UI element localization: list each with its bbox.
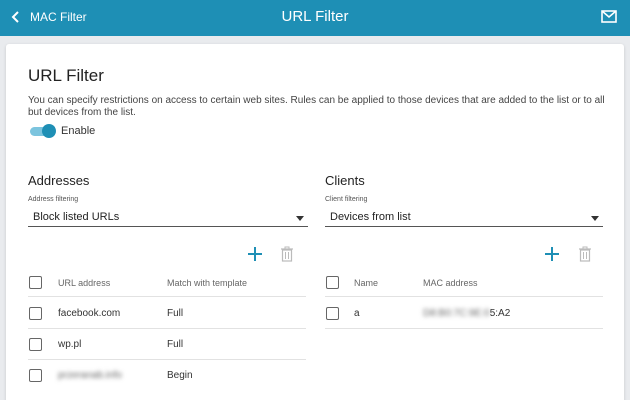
divider [325,328,603,329]
address-row-url[interactable]: facebook.com [58,308,120,319]
caret-down-icon [591,216,599,221]
client-row-name[interactable]: a [354,308,360,319]
mail-icon[interactable] [601,10,617,23]
select-all-addresses-checkbox[interactable] [29,276,42,289]
plus-icon [545,247,559,261]
page-title: URL Filter [28,66,104,85]
header-title: URL Filter [281,8,349,25]
url-address-header: URL address [58,278,111,288]
divider [28,296,306,297]
add-client-button[interactable] [544,246,560,262]
clients-heading: Clients [325,173,365,188]
address-row-url[interactable]: wp.pl [58,339,81,350]
address-filtering-value: Block listed URLs [33,211,120,223]
divider [28,328,306,329]
addresses-heading: Addresses [28,173,90,188]
trash-icon [579,246,591,262]
address-filtering-select[interactable]: Block listed URLs [28,207,308,227]
address-row-match: Full [167,308,184,319]
page-description: You can specify restrictions on access t… [28,95,605,118]
delete-client-button[interactable] [577,246,593,262]
client-filtering-label: Client filtering [325,196,368,203]
mac-address-header: MAC address [423,278,478,288]
caret-down-icon [296,216,304,221]
address-row-checkbox[interactable] [29,307,42,320]
address-row-url[interactable]: przeranab.info [58,370,122,381]
delete-address-button[interactable] [279,246,295,262]
enable-toggle[interactable] [30,124,56,138]
url-filter-card: URL Filter You can specify restrictions … [6,44,624,400]
mac-visible-part: 5:A2 [489,308,511,319]
add-address-button[interactable] [247,246,263,262]
address-row-checkbox[interactable] [29,369,42,382]
client-row-mac: D8:B0:7C:9E:05:A2 [423,308,510,319]
client-row-checkbox[interactable] [326,307,339,320]
mac-hidden-part: D8:B0:7C:9E:0 [423,308,490,319]
divider [28,359,306,360]
client-name-header: Name [354,278,379,288]
trash-icon [281,246,293,262]
match-template-header: Match with template [167,278,248,288]
top-bar: MAC Filter URL Filter [0,0,630,36]
select-all-clients-checkbox[interactable] [326,276,339,289]
address-filtering-label: Address filtering [28,196,79,203]
address-row-match: Full [167,339,184,350]
enable-label: Enable [61,125,96,137]
address-row-checkbox[interactable] [29,338,42,351]
address-row-match: Begin [167,370,193,381]
plus-icon [248,247,262,261]
toggle-knob [42,124,56,138]
divider [325,296,603,297]
client-filtering-value: Devices from list [330,211,411,223]
client-filtering-select[interactable]: Devices from list [325,207,603,227]
